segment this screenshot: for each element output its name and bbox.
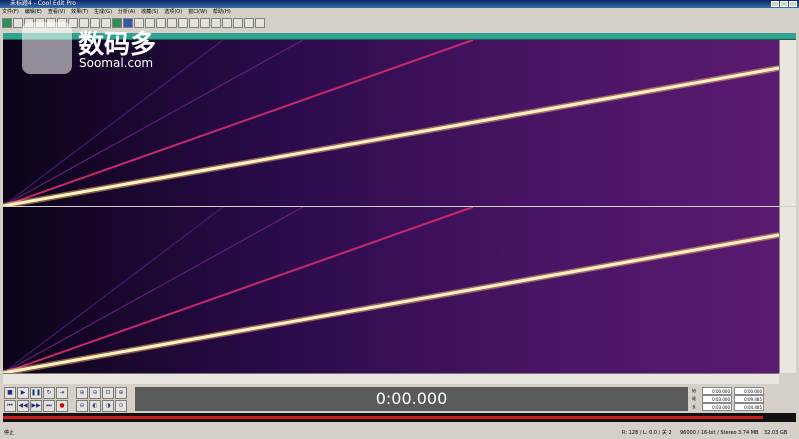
- record-icon[interactable]: ●: [56, 400, 68, 412]
- zoom-out-h-icon[interactable]: ⊖: [89, 387, 101, 399]
- menu-favorites[interactable]: 收藏(S): [141, 8, 158, 16]
- menu-analyze[interactable]: 分析(A): [118, 8, 135, 16]
- rewind-icon[interactable]: ◀◀: [17, 400, 29, 412]
- transport-controls: ■ ▶ ❚❚ ↻ ⇥ ⏮ ◀◀ ▶▶ ⏭ ●: [4, 387, 68, 412]
- menu-options[interactable]: 选项(O): [164, 8, 182, 16]
- selection-view-table: 始 0:00.000 0:00.000 尾 0:03.000 0:09.485 …: [692, 387, 796, 411]
- end-view-field[interactable]: 0:09.485: [734, 395, 764, 403]
- zoom-out-v-icon[interactable]: ⊖: [76, 400, 88, 412]
- selection-length-row: 长 0:03.000 0:04.485: [692, 403, 796, 411]
- time-ruler[interactable]: [3, 373, 779, 384]
- stop-icon[interactable]: ■: [4, 387, 16, 399]
- title-bar: 未标题4 - Cool Edit Pro: [0, 0, 799, 8]
- selection-begin-row: 始 0:00.000 0:00.000: [692, 387, 796, 395]
- transport-bar: ■ ▶ ❚❚ ↻ ⇥ ⏮ ◀◀ ▶▶ ⏭ ● ⊕ ⊖ ⊡ ⊕ ⊖ ◐ ◑ ⊙ 0…: [0, 385, 799, 413]
- zoom-right-icon[interactable]: ◑: [102, 400, 114, 412]
- play-loop-icon[interactable]: ↻: [43, 387, 55, 399]
- menu-view[interactable]: 查看(V): [48, 8, 65, 16]
- snap-button[interactable]: [189, 18, 199, 28]
- fast-forward-icon[interactable]: ▶▶: [30, 400, 42, 412]
- status-rate: R: 128 / L: 0.0 / 关 2: [622, 430, 672, 436]
- forward-end-icon[interactable]: ⏭: [43, 400, 55, 412]
- length-sel-field[interactable]: 0:03.000: [702, 403, 732, 411]
- minimize-button[interactable]: [771, 1, 779, 7]
- menu-window[interactable]: 窗口(W): [188, 8, 207, 16]
- zoom-left-icon[interactable]: ◐: [89, 400, 101, 412]
- menu-edit[interactable]: 编辑(E): [25, 8, 42, 16]
- selection-end-row: 尾 0:03.000 0:09.485: [692, 395, 796, 403]
- begin-sel-field[interactable]: 0:00.000: [702, 387, 732, 395]
- menu-generate[interactable]: 生成(G): [94, 8, 112, 16]
- window-title: 未标题4 - Cool Edit Pro: [10, 0, 76, 7]
- frequency-ruler-left: [779, 40, 796, 206]
- cue-list-button[interactable]: [222, 18, 232, 28]
- begin-view-field[interactable]: 0:00.000: [734, 387, 764, 395]
- menu-help[interactable]: 帮助(H): [213, 8, 231, 16]
- pause-icon[interactable]: ❚❚: [30, 387, 42, 399]
- metronome-button[interactable]: [211, 18, 221, 28]
- length-view-field[interactable]: 0:04.485: [734, 403, 764, 411]
- zoom-controls: ⊕ ⊖ ⊡ ⊕ ⊖ ◐ ◑ ⊙: [76, 387, 128, 412]
- zoom-selection-icon[interactable]: ⊙: [115, 400, 127, 412]
- play-icon[interactable]: ▶: [17, 387, 29, 399]
- play-to-end-icon[interactable]: ⇥: [56, 387, 68, 399]
- status-format: 96000 / 16-bit / Stereo: [680, 430, 737, 436]
- watermark: 数码多 Soomal.com: [22, 22, 182, 76]
- zoom-in-h-icon[interactable]: ⊕: [76, 387, 88, 399]
- watermark-en: Soomal.com: [79, 56, 154, 70]
- zoom-full-icon[interactable]: ⊡: [102, 387, 114, 399]
- loop-button[interactable]: [200, 18, 210, 28]
- status-state: 停止: [4, 430, 15, 436]
- end-label: 尾: [692, 396, 696, 401]
- close-button[interactable]: [789, 1, 797, 7]
- status-size: 3.74 MB: [738, 430, 759, 436]
- play-list-button[interactable]: [233, 18, 243, 28]
- menu-file[interactable]: 文件(F): [2, 8, 19, 16]
- info-button[interactable]: [244, 18, 254, 28]
- end-sel-field[interactable]: 0:03.000: [702, 395, 732, 403]
- spectrogram-right-channel[interactable]: [3, 207, 779, 373]
- frequency-ruler-right: [779, 207, 796, 373]
- level-meter: [3, 413, 796, 422]
- rewind-start-icon[interactable]: ⏮: [4, 400, 16, 412]
- help-button[interactable]: [255, 18, 265, 28]
- status-free-space: 32.03 GB: [764, 430, 788, 436]
- status-bar: 停止 R: 128 / L: 0.0 / 关 2 96000 / 16-bit …: [0, 427, 799, 439]
- begin-label: 始: [692, 388, 696, 393]
- level-meter-fill: [3, 416, 763, 419]
- multitrack-toggle-button[interactable]: [2, 18, 12, 28]
- time-display: 0:00.000: [135, 387, 688, 411]
- zoom-in-v-icon[interactable]: ⊕: [115, 387, 127, 399]
- soomal-logo: [22, 22, 72, 74]
- menu-effects[interactable]: 效果(T): [71, 8, 88, 16]
- menu-bar: 文件(F) 编辑(E) 查看(V) 效果(T) 生成(G) 分析(A) 收藏(S…: [0, 8, 799, 16]
- window-controls: [771, 1, 797, 7]
- maximize-button[interactable]: [780, 1, 788, 7]
- length-label: 长: [692, 404, 696, 409]
